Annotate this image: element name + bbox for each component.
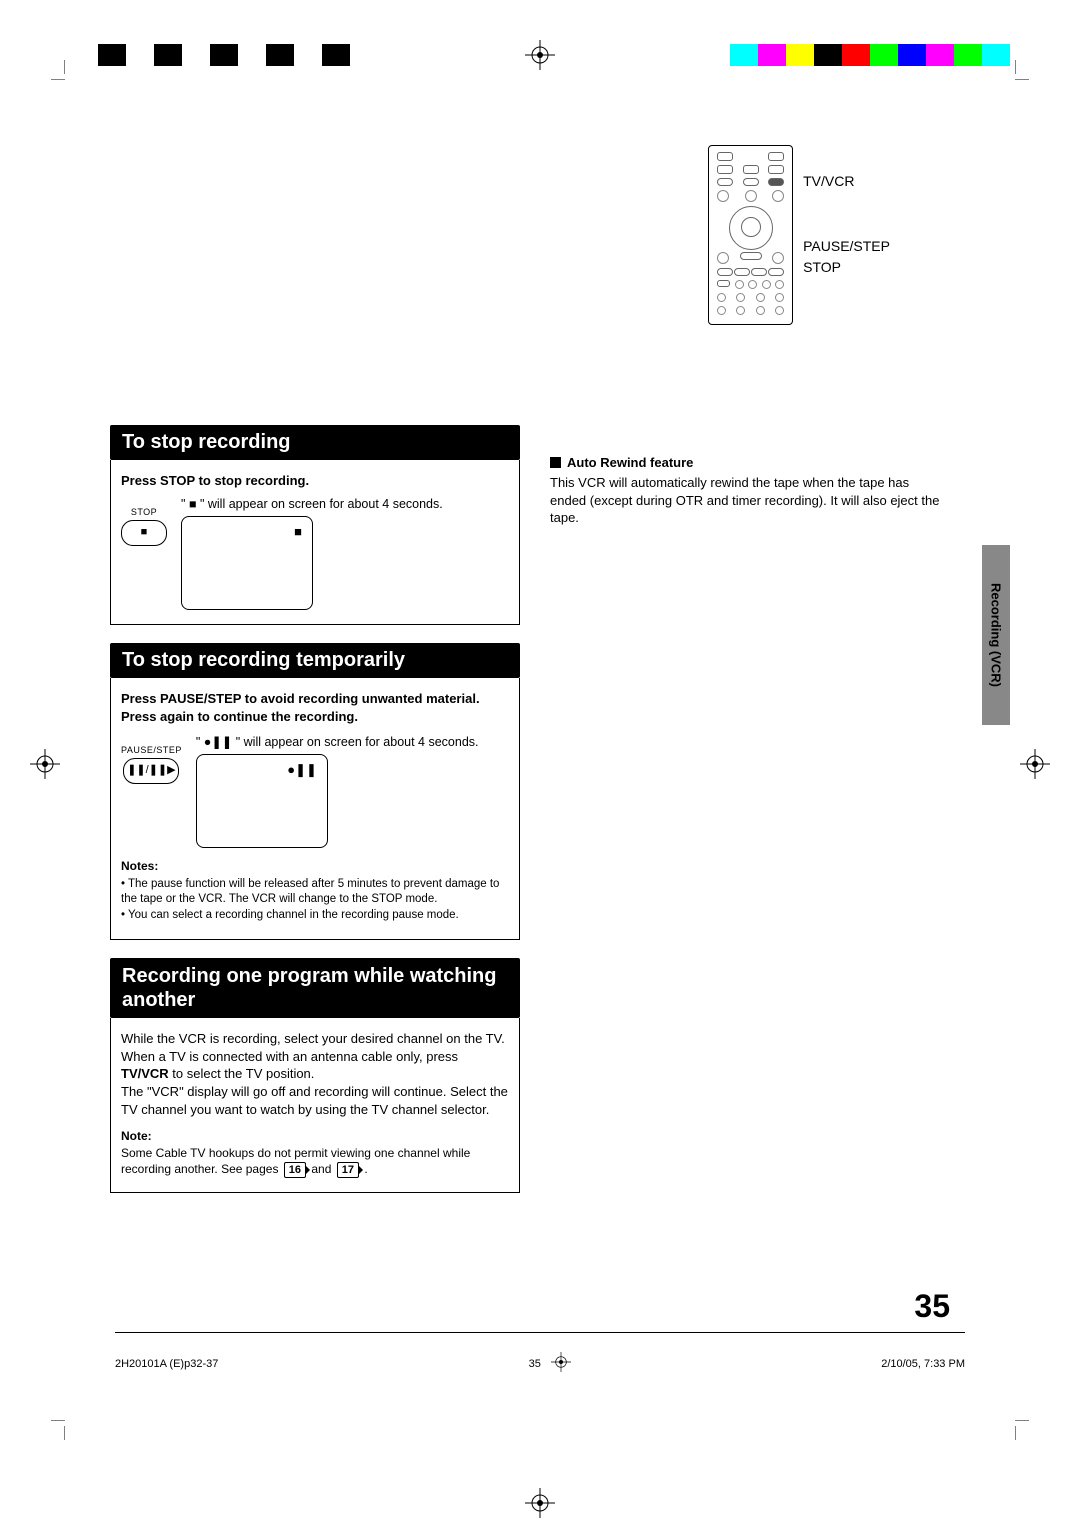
button-label-pausestep: PAUSE/STEP: [121, 744, 182, 756]
registration-mark-right: [1020, 749, 1050, 779]
pausestep-button-icon: ❚❚/❚❚▶: [123, 758, 179, 784]
screen-illustration-stop: ■: [181, 516, 313, 610]
section-box-stop-recording: Press STOP to stop recording. STOP ■ " ■…: [110, 460, 520, 625]
section-box-record-watch: While the VCR is recording, select your …: [110, 1018, 520, 1193]
instruction-stop: Press STOP to stop recording.: [121, 472, 509, 490]
stop-caption: " ■ " will appear on screen for about 4 …: [181, 496, 509, 513]
page-ref: 16: [284, 1162, 306, 1178]
section-header-pause: To stop recording temporarily: [110, 643, 520, 678]
instruction-pause: Press PAUSE/STEP to avoid recording unwa…: [121, 690, 509, 725]
registration-mark-bottom: [525, 1488, 555, 1518]
button-label-stop: STOP: [131, 506, 157, 518]
side-tab: Recording (VCR): [982, 545, 1010, 725]
section-box-pause: Press PAUSE/STEP to avoid recording unwa…: [110, 678, 520, 940]
page-number: 35: [914, 1288, 950, 1325]
remote-illustration: [708, 145, 793, 325]
crop-mark: [1015, 1420, 1035, 1440]
record-watch-body: While the VCR is recording, select your …: [121, 1030, 509, 1118]
registration-mark-left: [30, 749, 60, 779]
page-divider-line: [115, 1332, 965, 1333]
remote-label-tvvcr: TV/VCR: [803, 173, 890, 190]
page-frame: TV/VCR PAUSE/STEP STOP To stop recording…: [70, 85, 1010, 1415]
side-tab-label: Recording (VCR): [989, 583, 1004, 687]
color-bars: [730, 44, 1010, 66]
page-ref: 17: [337, 1162, 359, 1178]
registration-mark-footer: [551, 1352, 571, 1375]
stop-indicator-icon: ■: [294, 523, 302, 541]
note-item: The pause function will be released afte…: [121, 877, 509, 907]
note-item: You can select a recording channel in th…: [121, 908, 509, 923]
section-header-stop-recording: To stop recording: [110, 425, 520, 460]
footer-left: 2H20101A (E)p32-37: [115, 1358, 218, 1370]
footer: 2H20101A (E)p32-37 35 2/10/05, 7:33 PM: [115, 1352, 965, 1375]
remote-label-stop: STOP: [803, 259, 890, 276]
screen-illustration-pause: ●❚❚: [196, 754, 328, 848]
stop-button-icon: ■: [121, 520, 167, 546]
footer-right: 2/10/05, 7:33 PM: [881, 1358, 965, 1370]
grayscale-bars: [70, 44, 350, 66]
crop-mark: [45, 1420, 65, 1440]
pause-indicator-icon: ●❚❚: [287, 761, 317, 779]
footer-page: 35: [529, 1358, 541, 1370]
notes-heading: Notes:: [121, 858, 509, 874]
crop-mark: [1015, 60, 1035, 80]
registration-mark-top: [525, 40, 555, 70]
section-header-record-watch: Recording one program while watching ano…: [110, 958, 520, 1018]
note-text: Some Cable TV hookups do not permit view…: [121, 1146, 509, 1178]
auto-rewind-body: This VCR will automatically rewind the t…: [550, 474, 940, 527]
remote-label-pausestep: PAUSE/STEP: [803, 238, 890, 255]
crop-mark: [45, 60, 65, 80]
remote-diagram: TV/VCR PAUSE/STEP STOP: [708, 145, 890, 325]
note-heading: Note:: [121, 1128, 509, 1144]
pause-caption: " ●❚❚ " will appear on screen for about …: [196, 734, 509, 751]
auto-rewind-heading: Auto Rewind feature: [550, 455, 940, 470]
